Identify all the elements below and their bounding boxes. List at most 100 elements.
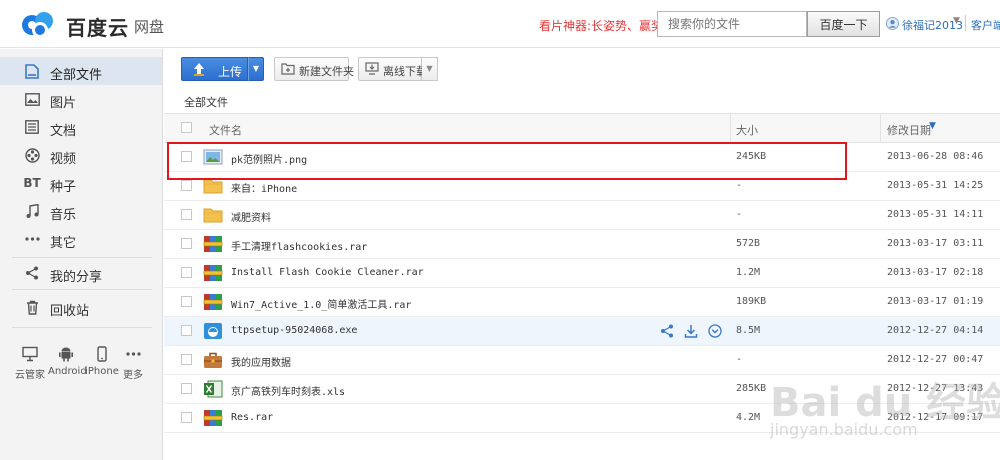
- table-row[interactable]: 来自：iPhone - 2013-05-31 14:25: [164, 172, 1000, 201]
- upload-label: 上传: [218, 65, 243, 79]
- promo-link[interactable]: 看片神器:长姿势、赢奖品: [539, 17, 675, 34]
- table-row[interactable]: Win7_Active_1.0_简单激活工具.rar 189KB 2013-03…: [164, 288, 1000, 317]
- offline-download-label: 离线下载: [383, 65, 427, 78]
- share-icon[interactable]: [660, 324, 676, 340]
- table-row[interactable]: 手工清理flashcookies.rar 572B 2013-03-17 03:…: [164, 230, 1000, 259]
- exe-file-icon: [204, 323, 222, 339]
- file-name[interactable]: ttpsetup-95024068.exe: [231, 325, 357, 336]
- file-size: 1.2M: [736, 267, 761, 278]
- client-link[interactable]: 客户端: [971, 17, 1000, 33]
- select-all-checkbox[interactable]: [181, 122, 192, 133]
- upload-button[interactable]: 上传: [181, 57, 248, 81]
- sidebar-divider: [12, 289, 152, 290]
- sidebar-item-torrents[interactable]: BT 种子: [0, 169, 162, 197]
- file-date: 2012-12-27 00:47: [887, 354, 984, 365]
- row-checkbox[interactable]: [181, 383, 192, 394]
- row-checkbox[interactable]: [181, 325, 192, 336]
- file-name[interactable]: pk范例照片.png: [231, 151, 307, 166]
- upload-dropdown-chevron-icon[interactable]: ▼: [248, 57, 264, 81]
- sidebar-item-recycle-bin[interactable]: 回收站: [0, 293, 162, 321]
- sidebar-item-music[interactable]: 音乐: [0, 197, 162, 225]
- row-checkbox[interactable]: [181, 267, 192, 278]
- archive-file-icon: [203, 410, 223, 426]
- image-icon: [24, 91, 40, 107]
- trash-icon: [24, 299, 40, 315]
- upload-icon: [194, 63, 204, 76]
- product-name: 网盘: [134, 18, 165, 36]
- column-header-size[interactable]: 大小: [736, 122, 758, 138]
- table-row[interactable]: ttpsetup-95024068.exe 8.5M 2012-12-27 04…: [164, 317, 1000, 346]
- file-size: -: [736, 180, 743, 191]
- device-label: 更多: [123, 370, 143, 381]
- sidebar-item-all-files[interactable]: 全部文件: [0, 57, 162, 85]
- column-divider: [880, 114, 881, 143]
- folder-icon: [203, 179, 223, 194]
- row-checkbox[interactable]: [181, 238, 192, 249]
- offline-download-button[interactable]: 离线下载: [358, 57, 427, 81]
- device-android[interactable]: Android: [48, 345, 87, 377]
- breadcrumb[interactable]: 全部文件: [184, 94, 228, 110]
- baidu-cloud-logo[interactable]: [18, 8, 58, 40]
- column-header-date[interactable]: 修改日期: [887, 122, 931, 138]
- table-row[interactable]: 减肥资料 - 2013-05-31 14:11: [164, 201, 1000, 230]
- folder-icon: [203, 208, 223, 223]
- file-name[interactable]: Res.rar: [231, 412, 273, 423]
- file-size: -: [736, 209, 743, 220]
- more-options-chevron-icon[interactable]: [708, 324, 724, 340]
- list-icon: [24, 119, 40, 135]
- device-cloud-manager[interactable]: 云管家: [12, 345, 48, 381]
- download-icon[interactable]: [684, 324, 700, 340]
- row-checkbox[interactable]: [181, 180, 192, 191]
- search-input[interactable]: [657, 11, 807, 37]
- ellipsis-icon: [24, 231, 40, 247]
- android-icon: [59, 347, 73, 362]
- chevron-down-icon[interactable]: ▼: [953, 16, 960, 26]
- new-folder-button[interactable]: 新建文件夹: [274, 57, 354, 81]
- file-name[interactable]: 来自：iPhone: [231, 180, 297, 195]
- archive-file-icon: [203, 265, 223, 281]
- row-checkbox[interactable]: [181, 412, 192, 423]
- new-folder-label: 新建文件夹: [299, 65, 354, 78]
- file-name[interactable]: Install Flash Cookie Cleaner.rar: [231, 267, 424, 278]
- column-divider: [730, 114, 731, 143]
- search-button[interactable]: 百度一下: [807, 11, 880, 37]
- brand-name[interactable]: 百度云: [66, 12, 129, 41]
- sidebar-item-other[interactable]: 其它: [0, 225, 162, 253]
- sidebar-item-documents[interactable]: 文档: [0, 113, 162, 141]
- file-name[interactable]: 手工清理flashcookies.rar: [231, 238, 367, 253]
- sidebar-item-images[interactable]: 图片: [0, 85, 162, 113]
- sidebar-item-my-shares[interactable]: 我的分享: [0, 259, 162, 287]
- file-name[interactable]: 京广高铁列车时刻表.xls: [231, 383, 345, 398]
- row-checkbox[interactable]: [181, 151, 192, 162]
- image-file-icon: [203, 149, 223, 165]
- sort-descending-icon[interactable]: ▼: [929, 121, 936, 131]
- file-date: 2013-03-17 01:19: [887, 296, 984, 307]
- music-note-icon: [24, 203, 40, 219]
- user-avatar-icon[interactable]: [886, 17, 899, 30]
- device-more[interactable]: 更多: [115, 345, 151, 381]
- column-header-name[interactable]: 文件名: [209, 122, 242, 138]
- file-size: 4.2M: [736, 412, 761, 423]
- file-size: 245KB: [736, 151, 767, 162]
- document-icon: [24, 63, 40, 79]
- archive-file-icon: [203, 236, 223, 252]
- offline-download-chevron-icon[interactable]: ▼: [422, 57, 438, 81]
- table-row[interactable]: pk范例照片.png 245KB 2013-06-28 08:46: [164, 143, 1000, 172]
- sidebar-item-label: 种子: [50, 180, 77, 195]
- file-size: 189KB: [736, 296, 767, 307]
- file-date: 2012-12-27 04:14: [887, 325, 984, 336]
- sidebar-item-videos[interactable]: 视频: [0, 141, 162, 169]
- row-checkbox[interactable]: [181, 209, 192, 220]
- share-icon: [24, 265, 40, 281]
- sidebar-divider: [12, 257, 152, 258]
- sidebar-item-label: 图片: [50, 96, 77, 111]
- device-label: Android: [48, 366, 87, 377]
- row-checkbox[interactable]: [181, 296, 192, 307]
- file-date: 2013-05-31 14:25: [887, 180, 984, 191]
- table-row[interactable]: Install Flash Cookie Cleaner.rar 1.2M 20…: [164, 259, 1000, 288]
- file-name[interactable]: Win7_Active_1.0_简单激活工具.rar: [231, 296, 411, 311]
- device-label: 云管家: [15, 370, 45, 381]
- file-name[interactable]: 减肥资料: [231, 209, 271, 224]
- row-checkbox[interactable]: [181, 354, 192, 365]
- file-name[interactable]: 我的应用数据: [231, 354, 291, 369]
